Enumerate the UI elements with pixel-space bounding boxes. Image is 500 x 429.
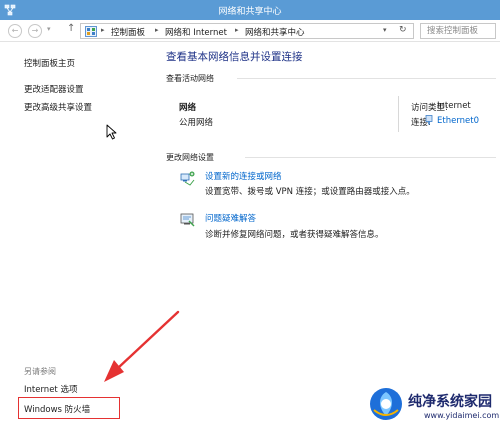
breadcrumb-separator-icon[interactable]: ▸: [235, 26, 239, 34]
ethernet-connection-link[interactable]: Ethernet0: [437, 116, 479, 126]
watermark: 纯净系统家园 www.yidaimei.com: [368, 384, 500, 428]
watermark-title: 纯净系统家园: [408, 394, 492, 410]
section-divider: [237, 78, 496, 79]
recent-pages-dropdown-icon[interactable]: ▾: [47, 25, 51, 33]
access-type-value: Internet: [437, 101, 471, 111]
network-setup-icon: [180, 171, 195, 186]
forward-arrow-icon[interactable]: →: [28, 24, 42, 38]
setup-new-connection-link[interactable]: 设置新的连接或网络: [205, 170, 282, 182]
main-pane: 查看基本网络信息并设置连接 查看活动网络 网络 公用网络 访问类型: Inter…: [163, 43, 500, 429]
highlight-box: [18, 397, 120, 419]
network-name: 网络: [179, 103, 197, 113]
troubleshoot-problems-desc: 诊断并修复网络问题，或者获得疑难解答信息。: [205, 230, 384, 240]
setup-new-connection-desc: 设置宽带、拨号或 VPN 连接；或设置路由器或接入点。: [205, 187, 415, 197]
change-advanced-sharing-link[interactable]: 更改高级共享设置: [24, 101, 92, 113]
section-divider: [245, 157, 496, 158]
refresh-icon[interactable]: ↻: [399, 25, 407, 35]
breadcrumb-network-sharing-center[interactable]: 网络和共享中心: [245, 26, 305, 38]
vertical-divider: [398, 96, 399, 132]
up-arrow-icon[interactable]: ↑: [67, 23, 75, 34]
title-bar: 网络和共享中心: [0, 0, 500, 20]
left-pane: 控制面板主页 更改适配器设置 更改高级共享设置 另请参阅 Internet 选项…: [0, 43, 162, 429]
change-adapter-settings-link[interactable]: 更改适配器设置: [24, 83, 84, 95]
control-panel-home-link[interactable]: 控制面板主页: [24, 57, 75, 69]
window-title: 网络和共享中心: [218, 7, 282, 17]
address-bar: ← → ▾ ↑ ▸ 控制面板 ▸ 网络和 Internet ▸ 网络和共享中心 …: [0, 20, 500, 42]
watermark-url: www.yidaimei.com: [424, 411, 500, 420]
mouse-cursor-icon: [106, 124, 117, 140]
see-also-label: 另请参阅: [24, 367, 56, 376]
breadcrumb-separator-icon[interactable]: ▸: [101, 26, 105, 34]
watermark-logo-icon: [370, 388, 402, 420]
breadcrumb-control-panel[interactable]: 控制面板: [111, 26, 145, 38]
back-arrow-icon[interactable]: ←: [8, 24, 22, 38]
network-type-link[interactable]: 公用网络: [179, 116, 213, 128]
search-input[interactable]: 搜索控制面板: [420, 23, 496, 39]
active-networks-label: 查看活动网络: [166, 74, 214, 83]
internet-options-link[interactable]: Internet 选项: [24, 383, 77, 395]
address-dropdown-icon[interactable]: ▾: [383, 26, 387, 34]
breadcrumb[interactable]: ▸ 控制面板 ▸ 网络和 Internet ▸ 网络和共享中心 ▾ ↻: [80, 23, 414, 39]
change-network-settings-label: 更改网络设置: [166, 153, 214, 162]
control-panel-icon: [85, 26, 97, 37]
page-title: 查看基本网络信息并设置连接: [166, 51, 303, 63]
breadcrumb-network-internet[interactable]: 网络和 Internet: [165, 26, 227, 38]
ethernet-icon: [425, 115, 433, 125]
troubleshoot-problems-link[interactable]: 问题疑难解答: [205, 212, 256, 224]
troubleshoot-icon: [180, 213, 195, 227]
search-placeholder: 搜索控制面板: [427, 26, 479, 36]
breadcrumb-separator-icon[interactable]: ▸: [155, 26, 159, 34]
